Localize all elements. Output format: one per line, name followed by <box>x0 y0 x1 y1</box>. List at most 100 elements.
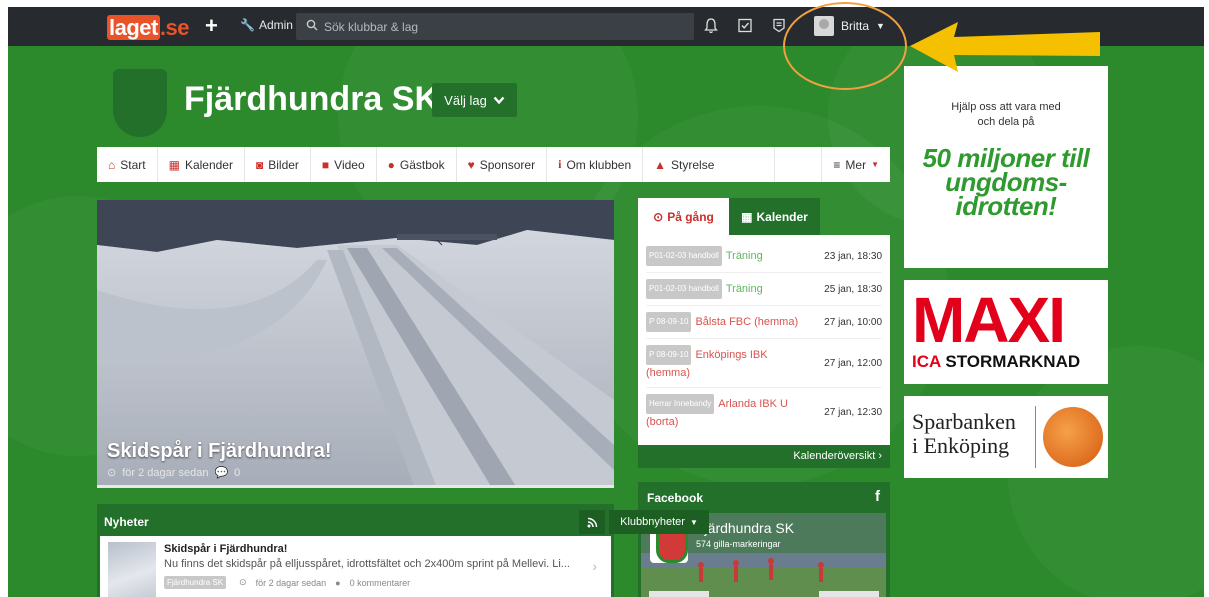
news-item-comments: 0 kommentarer <box>349 577 411 588</box>
facebook-heading: Facebook <box>647 491 704 505</box>
highlight-circle <box>783 2 907 90</box>
clock-icon: ⊙ <box>107 467 117 479</box>
nav-label: Styrelse <box>671 157 715 172</box>
tab-kalender[interactable]: ▦ Kalender <box>729 198 820 235</box>
nav-item-more[interactable]: ≡ Mer ▼ <box>821 147 890 182</box>
tab-pa-gang[interactable]: ⊙ På gång <box>638 198 729 235</box>
nav-label: Bilder <box>268 157 299 172</box>
calendar-tabs: ⊙ På gång ▦ Kalender <box>638 198 820 235</box>
list-item[interactable]: P01-02-03 handboll Träning 25 jan, 18:30 <box>646 273 882 306</box>
event-name[interactable]: Träning <box>726 283 763 295</box>
source-badge: Fjärdhundra SK <box>164 576 227 589</box>
hero-comment-count: 0 <box>234 466 241 479</box>
ad-sparbanken[interactable]: Sparbanken i Enköping <box>904 396 1108 478</box>
news-item-time: för 2 dagar sedan <box>255 577 327 588</box>
nav-item-kalender[interactable]: ▦ Kalender <box>158 147 245 182</box>
page-title: Fjärdhundra SK <box>184 80 440 118</box>
calendar-overview-link[interactable]: Kalenderöversikt › <box>638 445 890 468</box>
list-item[interactable]: Skidspår i Fjärdhundra! Nu finns det ski… <box>100 536 611 597</box>
ad1-headline: 50 miljoner till ungdoms-idrotten! <box>922 143 1090 221</box>
bell-icon[interactable] <box>704 18 718 39</box>
facebook-likes: 574 gilla-markeringar <box>696 539 781 549</box>
logo-suffix-text: .se <box>159 15 190 40</box>
nav-label: Start <box>120 157 146 172</box>
heart-icon: ♥ <box>467 157 475 172</box>
news-item-meta: Fjärdhundra SK ⊙ för 2 dagar sedan ● 0 k… <box>164 576 410 589</box>
home-icon: ⌂ <box>108 157 116 172</box>
checklist-icon[interactable] <box>738 18 752 38</box>
chevron-right-icon: › <box>592 558 597 574</box>
nav-label: Om klubben <box>566 157 632 172</box>
team-badge: P01-02-03 handboll <box>646 279 722 299</box>
list-item[interactable]: P 08-09-10 Bålsta FBC (hemma) 27 jan, 10:… <box>646 306 882 339</box>
divider <box>1035 406 1036 468</box>
event-list: P01-02-03 handboll Träning 23 jan, 18:30 … <box>638 235 890 445</box>
search-input[interactable] <box>324 19 684 34</box>
nav-item-styrelse[interactable]: ▲ Styrelse <box>643 147 776 182</box>
club-shield-icon <box>113 69 167 137</box>
add-icon[interactable]: + <box>205 13 218 39</box>
facebook-icon[interactable]: f <box>875 488 880 505</box>
logo-main-text: laget <box>107 15 160 40</box>
rss-icon[interactable] <box>579 510 605 534</box>
hero-news-image[interactable]: Skidspår i Fjärdhundra! ⊙ för 2 dagar se… <box>97 200 614 488</box>
pointer-arrow-icon <box>910 22 1100 72</box>
info-icon: i <box>558 157 562 171</box>
nav-label: Kalender <box>184 157 233 172</box>
hero-meta: ⊙ för 2 dagar sedan 💬 0 <box>107 466 241 480</box>
clock-icon: ⊙ <box>653 209 664 224</box>
search-icon <box>306 19 318 34</box>
event-date: 27 jan, 12:00 <box>824 357 882 369</box>
comment-icon: ● <box>335 577 341 588</box>
menu-icon: ≡ <box>833 157 841 172</box>
news-item-text: Nu finns det skidspår på elljusspåret, i… <box>164 558 570 570</box>
laget-logo[interactable]: laget.se <box>107 15 189 41</box>
caret-down-icon: ▼ <box>689 517 698 527</box>
sparbanken-text: Sparbanken i Enköping <box>912 410 1016 458</box>
tab-label: Kalender <box>756 209 808 224</box>
list-item[interactable]: Herrar Innebandy Arlanda IBK U (borta) 27… <box>646 388 882 436</box>
search-box[interactable] <box>296 13 694 40</box>
admin-label: Admin <box>258 18 293 32</box>
select-team-button[interactable]: Välj lag <box>432 83 517 117</box>
event-date: 27 jan, 10:00 <box>824 316 882 328</box>
hero-time: för 2 dagar sedan <box>122 466 209 479</box>
team-badge: Herrar Innebandy <box>646 394 715 414</box>
ad1-small-text: Hjälp oss att vara med och dela på <box>951 101 1061 128</box>
news-thumbnail <box>108 542 156 597</box>
event-date: 27 jan, 12:30 <box>824 406 882 418</box>
chevron-down-icon <box>493 96 505 104</box>
nav-item-start[interactable]: ⌂ Start <box>97 147 158 182</box>
ad-50-miljoner[interactable]: Hjälp oss att vara med och dela på 50 mi… <box>904 66 1108 268</box>
wrench-icon: 🔧 <box>240 18 255 32</box>
admin-button[interactable]: 🔧 Admin <box>240 18 293 32</box>
event-date: 23 jan, 18:30 <box>824 250 882 262</box>
list-item[interactable]: P 08-09-10 Enköpings IBK (hemma) 27 jan, … <box>646 339 882 388</box>
hero-title[interactable]: Skidspår i Fjärdhundra! <box>107 440 331 463</box>
comment-icon: 💬 <box>214 467 229 479</box>
sparbanken-line2: i Enköping <box>912 433 1010 458</box>
news-category-label: Klubbnyheter <box>620 516 685 528</box>
nav-item-bilder[interactable]: ◙ Bilder <box>245 147 311 182</box>
facebook-widget: Facebook f Fjärdhundra SK 574 gilla-mark… <box>638 482 890 597</box>
news-item-title[interactable]: Skidspår i Fjärdhundra! <box>164 543 287 555</box>
calendar-icon: ▦ <box>741 209 753 224</box>
select-team-label: Välj lag <box>444 92 487 108</box>
list-item[interactable]: P01-02-03 handboll Träning 23 jan, 18:30 <box>646 240 882 273</box>
nav-item-sponsorer[interactable]: ♥ Sponsorer <box>457 147 548 182</box>
event-name[interactable]: Träning <box>726 250 763 262</box>
clock-icon: ⊙ <box>239 577 247 587</box>
nav-item-gastbok[interactable]: ● Gästbok <box>377 147 457 182</box>
stormarknad-text: STORMARKNAD <box>945 352 1081 371</box>
news-heading: Nyheter <box>104 515 149 529</box>
nav-item-om-klubben[interactable]: i Om klubben <box>547 147 644 182</box>
tab-label: På gång <box>667 209 714 224</box>
club-navigation: ⌂ Start ▦ Kalender ◙ Bilder ■ Video ● Gä… <box>97 147 890 182</box>
ad-ica-maxi[interactable]: MAXI ICA STORMARKNAD <box>904 280 1108 384</box>
nav-item-video[interactable]: ■ Video <box>311 147 377 182</box>
news-widget: Nyheter Klubbnyheter ▼ Skidspår i Fjärdh… <box>97 504 709 597</box>
event-name[interactable]: Bålsta FBC (hemma) <box>695 316 798 328</box>
facebook-page-name[interactable]: Fjärdhundra SK <box>696 520 794 536</box>
news-category-dropdown[interactable]: Klubbnyheter ▼ <box>609 510 709 534</box>
calendar-overview-label: Kalenderöversikt <box>793 450 876 462</box>
